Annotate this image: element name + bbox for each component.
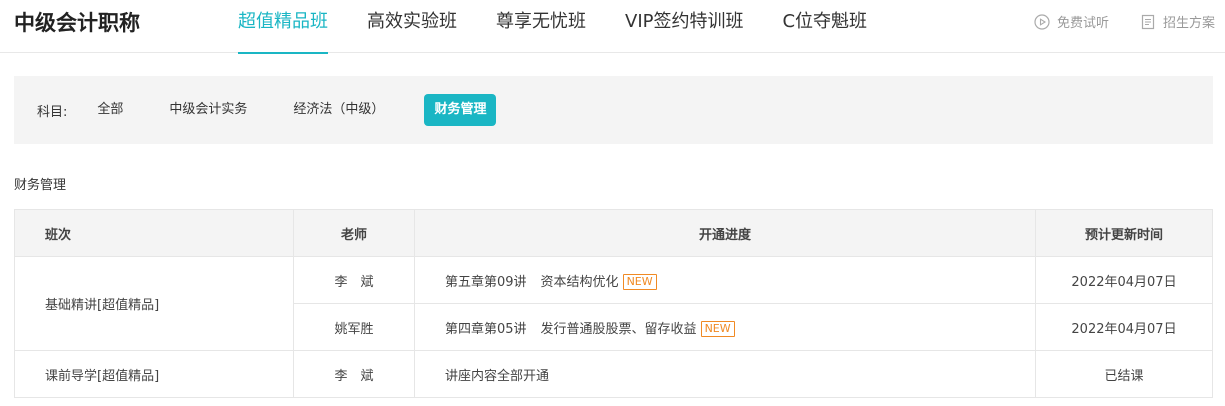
new-badge: NEW [700,320,735,337]
course-progress-table: 班次 老师 开通进度 预计更新时间 基础精讲[超值精品] 李 斌 第五章第09讲… [14,209,1213,398]
play-circle-icon [1034,13,1050,30]
lesson-topic[interactable]: 资本结构优化 [541,275,619,290]
document-icon [1141,14,1155,29]
top-header: 中级会计职称 超值精品班 高效实验班 尊享无忧班 VIP签约特训班 C位夺魁班 … [0,0,1225,54]
lesson-link[interactable]: 第四章第05讲 [445,322,527,337]
progress-cell: 第四章第05讲 发行普通股股票、留存收益 NEW [414,303,1036,351]
teacher-cell: 李 斌 [293,350,415,398]
header-tools: 免费试听 招生方案 [1003,12,1215,31]
progress-cell: 讲座内容全部开通 [414,350,1036,398]
enrollment-plan-label: 招生方案 [1162,16,1215,31]
tab-chaozhi[interactable]: 超值精品班 [238,0,328,54]
lesson-link[interactable]: 第五章第09讲 [445,275,527,290]
new-badge: NEW [622,273,657,290]
table-header-row: 班次 老师 开通进度 预计更新时间 [14,209,1213,257]
section-title: 财务管理 [14,178,67,193]
free-trial-link[interactable]: 免费试听 [1034,12,1109,31]
progress-cell: 第五章第09讲 资本结构优化 NEW [414,256,1036,304]
lesson-status: 讲座内容全部开通 [445,368,550,384]
update-time-cell: 2022年04月07日 [1035,256,1213,304]
tab-vip[interactable]: VIP签约特训班 [625,0,743,53]
subject-filter-label: 科目: [37,104,68,120]
header-update-time: 预计更新时间 [1035,209,1213,257]
tab-gaoxiao[interactable]: 高效实验班 [367,0,457,53]
lesson-topic[interactable]: 发行普通股股票、留存收益 [541,322,697,337]
enrollment-plan-link[interactable]: 招生方案 [1140,12,1215,31]
update-time-cell: 已结课 [1035,350,1213,398]
tab-cwei[interactable]: C位夺魁班 [782,0,867,53]
table-row: 课前导学[超值精品] 李 斌 讲座内容全部开通 已结课 [14,350,1213,398]
brand-title: 中级会计职称 [14,11,140,35]
tab-zunxiang[interactable]: 尊享无忧班 [496,0,586,53]
subject-chip-economic-law[interactable]: 经济法（中级） [277,94,400,126]
header-teacher: 老师 [293,209,415,257]
course-tabs: 超值精品班 高效实验班 尊享无忧班 VIP签约特训班 C位夺魁班 [238,0,906,54]
subject-chip-all[interactable]: 全部 [81,94,139,126]
subject-filter-bar: 科目: 全部 中级会计实务 经济法（中级） 财务管理 [14,76,1213,144]
subject-chip-accounting[interactable]: 中级会计实务 [153,94,263,126]
free-trial-label: 免费试听 [1056,16,1109,31]
class-name-cell: 基础精讲[超值精品] [14,256,294,351]
subject-chip-financial-management[interactable]: 财务管理 [424,94,497,126]
header-progress: 开通进度 [414,209,1036,257]
teacher-cell: 李 斌 [293,256,415,304]
class-name-cell: 课前导学[超值精品] [14,350,294,398]
teacher-cell: 姚军胜 [293,303,415,351]
header-class: 班次 [14,209,294,257]
update-time-cell: 2022年04月07日 [1035,303,1213,351]
table-row: 基础精讲[超值精品] 李 斌 第五章第09讲 资本结构优化 NEW 2022年04月… [14,256,1213,351]
